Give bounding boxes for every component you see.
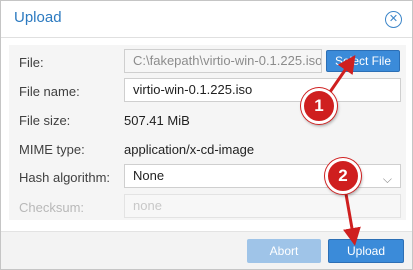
dialog-footer: Abort Upload (1, 231, 412, 269)
annotation-badge-2: 2 (325, 158, 361, 194)
select-file-button[interactable]: Select File (326, 50, 400, 72)
file-size-label: File size: (19, 113, 71, 128)
file-name-label: File name: (19, 84, 80, 99)
checksum-input: none (124, 194, 401, 218)
file-name-row: File name: virtio-win-0.1.225.iso (9, 78, 406, 104)
annotation-badge-1: 1 (301, 88, 337, 124)
file-size-value: 507.41 MiB (124, 113, 190, 128)
hash-algorithm-label: Hash algorithm: (19, 170, 111, 185)
upload-button[interactable]: Upload (328, 239, 404, 263)
checksum-row: Checksum: none (9, 194, 406, 220)
abort-button: Abort (247, 239, 321, 263)
file-size-row: File size: 507.41 MiB (9, 107, 406, 133)
checksum-label: Checksum: (19, 200, 85, 215)
upload-dialog: Upload ✕ File: C:\fakepath\virtio-win-0.… (0, 0, 413, 270)
mime-type-value: application/x-cd-image (124, 142, 255, 157)
upload-form: File: C:\fakepath\virtio-win-0.1.225.iso… (9, 45, 406, 220)
dialog-title: Upload (14, 9, 62, 26)
file-label: File: (19, 55, 44, 70)
file-name-input[interactable]: virtio-win-0.1.225.iso (124, 78, 401, 102)
hash-algorithm-value: None (133, 168, 165, 183)
mime-type-label: MIME type: (19, 142, 85, 157)
file-row: File: C:\fakepath\virtio-win-0.1.225.iso… (9, 49, 406, 75)
close-icon[interactable]: ✕ (385, 11, 402, 28)
dialog-title-bar: Upload ✕ (1, 1, 412, 38)
chevron-down-icon[interactable]: ⌵ (383, 168, 392, 187)
file-path-field: C:\fakepath\virtio-win-0.1.225.iso (124, 49, 322, 73)
